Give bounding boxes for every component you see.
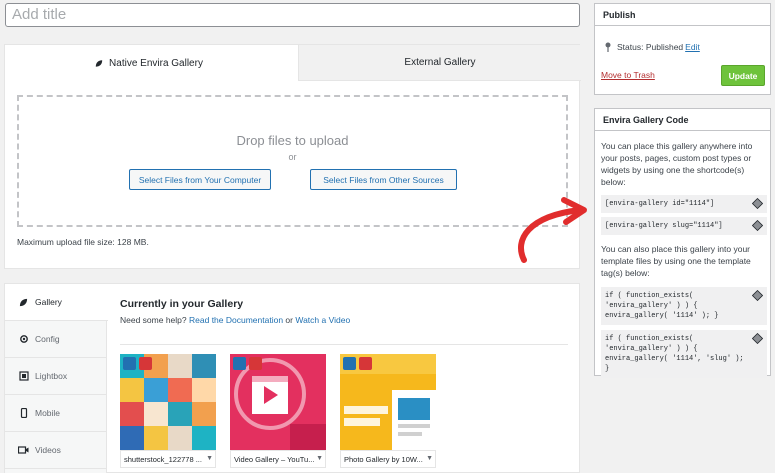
- help-or: or: [285, 315, 293, 325]
- drop-files-text: Drop files to upload: [236, 133, 349, 148]
- max-upload-size: Maximum upload file size: 128 MB.: [17, 237, 149, 247]
- tab-external-label: External Gallery: [404, 57, 476, 68]
- template-tag-id: if ( function_exists( 'envira_gallery' )…: [601, 287, 767, 325]
- side-tab-mobile[interactable]: Mobile: [5, 395, 107, 432]
- tab-native-label: Native Envira Gallery: [109, 58, 203, 69]
- gallery-heading: Currently in your Gallery: [120, 298, 244, 310]
- edit-icon[interactable]: [233, 357, 246, 370]
- gallery-item[interactable]: Photo Gallery by 10W... ▼: [340, 354, 436, 468]
- post-status: Status: Published Edit: [604, 42, 700, 52]
- chevron-down-icon[interactable]: ▼: [316, 455, 323, 462]
- select-files-other-button[interactable]: Select Files from Other Sources: [310, 169, 457, 190]
- edit-icon[interactable]: [123, 357, 136, 370]
- side-tab-config[interactable]: Config: [5, 321, 107, 358]
- copy-icon[interactable]: [752, 290, 763, 301]
- edit-icon[interactable]: [343, 357, 356, 370]
- video-icon: [18, 445, 29, 456]
- side-tab-label: Mobile: [35, 408, 61, 418]
- copy-icon[interactable]: [752, 333, 763, 344]
- tab-external-gallery[interactable]: External Gallery: [298, 45, 581, 81]
- update-button[interactable]: Update: [721, 65, 765, 86]
- copy-icon[interactable]: [752, 198, 763, 209]
- or-text: or: [288, 152, 297, 162]
- gallery-panel: Gallery Config Lightbox Mobile Videos Cu…: [4, 283, 580, 473]
- publish-heading: Publish: [595, 4, 770, 26]
- template-tag-slug-text: if ( function_exists( 'envira_gallery' )…: [605, 335, 744, 373]
- side-tab-videos[interactable]: Videos: [5, 432, 107, 469]
- item-caption: shutterstock_122778 ...: [120, 450, 216, 468]
- side-tab-label: Videos: [35, 445, 61, 455]
- post-title-input[interactable]: Add title: [5, 3, 580, 27]
- documentation-link[interactable]: Read the Documentation: [189, 315, 283, 325]
- shortcode-id: [envira-gallery id="1114"]: [601, 195, 767, 213]
- side-tab-label: Config: [35, 334, 60, 344]
- gallery-item[interactable]: shutterstock_122778 ... ▼: [120, 354, 216, 468]
- template-tag-slug: if ( function_exists( 'envira_gallery' )…: [601, 330, 767, 378]
- code-box-heading: Envira Gallery Code: [595, 109, 770, 131]
- status-label: Status: Published: [617, 42, 684, 52]
- divider: [120, 344, 568, 345]
- move-to-trash-link[interactable]: Move to Trash: [601, 70, 655, 80]
- gallery-help-text: Need some help? Read the Documentation o…: [120, 315, 350, 325]
- shortcode-slug-text: [envira-gallery slug="1114"]: [605, 222, 723, 230]
- envira-code-box: Envira Gallery Code You can place this g…: [594, 108, 771, 378]
- side-tab-lightbox[interactable]: Lightbox: [5, 358, 107, 395]
- drop-zone[interactable]: Drop files to upload or Select Files fro…: [17, 95, 568, 227]
- trash-icon[interactable]: [249, 357, 262, 370]
- gallery-side-tabs: Gallery Config Lightbox Mobile Videos: [5, 284, 108, 473]
- pin-icon: [605, 42, 611, 52]
- chevron-down-icon[interactable]: ▼: [206, 455, 213, 462]
- template-tag-id-text: if ( function_exists( 'envira_gallery' )…: [605, 292, 719, 320]
- shortcode-id-text: [envira-gallery id="1114"]: [605, 200, 715, 208]
- trash-icon[interactable]: [139, 357, 152, 370]
- gallery-item[interactable]: Video Gallery – YouTu... ▼: [230, 354, 326, 468]
- edit-status-link[interactable]: Edit: [685, 42, 700, 52]
- template-tag-description: You can also place this gallery into you…: [601, 244, 751, 278]
- image-icon: [18, 371, 29, 382]
- mobile-icon: [18, 408, 29, 419]
- copy-icon[interactable]: [752, 220, 763, 231]
- help-prefix: Need some help?: [120, 315, 187, 325]
- chevron-down-icon[interactable]: ▼: [426, 455, 433, 462]
- gear-icon: [18, 334, 29, 345]
- side-tab-label: Gallery: [35, 297, 62, 307]
- select-files-computer-button[interactable]: Select Files from Your Computer: [129, 169, 271, 190]
- publish-box: Publish Status: Published Edit Move to T…: [594, 3, 771, 95]
- leaf-icon: [18, 297, 29, 308]
- shortcode-slug: [envira-gallery slug="1114"]: [601, 217, 767, 235]
- side-tab-gallery[interactable]: Gallery: [5, 284, 108, 321]
- item-caption: Video Gallery – YouTu...: [230, 450, 326, 468]
- leaf-icon: [95, 60, 103, 67]
- watch-video-link[interactable]: Watch a Video: [295, 315, 350, 325]
- side-tab-label: Lightbox: [35, 371, 68, 381]
- tab-native-gallery[interactable]: Native Envira Gallery: [5, 45, 293, 82]
- trash-icon[interactable]: [359, 357, 372, 370]
- item-caption: Photo Gallery by 10W...: [340, 450, 436, 468]
- shortcode-description: You can place this gallery anywhere into…: [601, 141, 753, 187]
- red-arrow-annotation: [518, 197, 587, 263]
- upload-panel: Native Envira Gallery External Gallery D…: [4, 44, 581, 269]
